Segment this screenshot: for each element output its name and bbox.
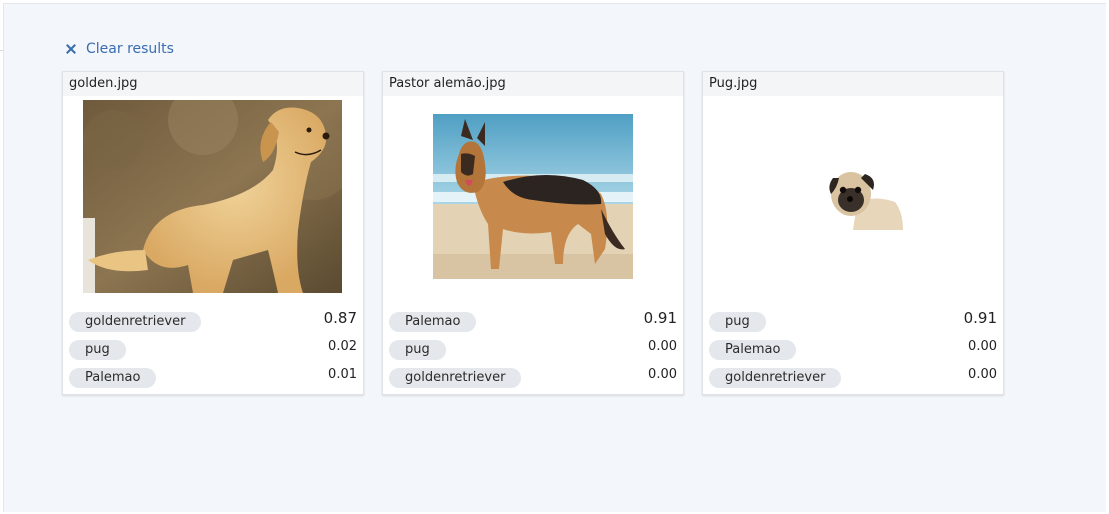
class-score: 0.91	[643, 309, 677, 327]
result-row: Palemao 0.91	[383, 308, 683, 336]
class-score: 0.87	[323, 309, 357, 327]
class-tag: pug	[69, 340, 126, 360]
divider	[0, 50, 3, 51]
class-tag: Palemao	[389, 312, 477, 332]
classification-results: goldenretriever 0.87 pug 0.02 Palemao 0.…	[63, 308, 363, 392]
close-icon	[66, 44, 76, 54]
class-tag: goldenretriever	[389, 368, 522, 388]
class-score: 0.00	[648, 339, 677, 354]
result-row: Palemao 0.01	[63, 364, 363, 392]
class-tag: Palemao	[709, 340, 797, 360]
class-score: 0.00	[648, 367, 677, 382]
class-tag: goldenretriever	[69, 312, 202, 332]
result-row: goldenretriever 0.00	[383, 364, 683, 392]
result-row: goldenretriever 0.87	[63, 308, 363, 336]
classification-results: pug 0.91 Palemao 0.00 goldenretriever 0.…	[703, 308, 1003, 392]
class-tag: pug	[709, 312, 766, 332]
class-score: 0.00	[968, 339, 997, 354]
result-row: pug 0.00	[383, 336, 683, 364]
class-tag: goldenretriever	[709, 368, 842, 388]
class-score: 0.02	[328, 339, 357, 354]
class-tag: pug	[389, 340, 446, 360]
result-row: pug 0.91	[703, 308, 1003, 336]
class-tag: Palemao	[69, 368, 157, 388]
class-score: 0.00	[968, 367, 997, 382]
clear-results-label: Clear results	[86, 41, 174, 57]
result-row: Palemao 0.00	[703, 336, 1003, 364]
german-shepherd-photo	[433, 114, 633, 279]
result-card-golden: golden.jpg goldenretriever 0.87 pug 0.02…	[62, 71, 364, 395]
result-row: goldenretriever 0.00	[703, 364, 1003, 392]
card-filename: Pastor alemão.jpg	[383, 72, 683, 96]
card-image-area	[63, 96, 363, 302]
classification-results: Palemao 0.91 pug 0.00 goldenretriever 0.…	[383, 308, 683, 392]
result-card-pastor-alemao: Pastor alemão.jpg Palemao 0.91 pug 0.00 …	[382, 71, 684, 395]
card-image-area	[383, 96, 683, 302]
clear-results-button[interactable]: Clear results	[66, 39, 174, 59]
card-filename: Pug.jpg	[703, 72, 1003, 96]
result-card-pug: Pug.jpg pug 0.91 Palemao 0.00 goldenretr…	[702, 71, 1004, 395]
class-score: 0.01	[328, 367, 357, 382]
card-image-area	[703, 96, 1003, 302]
card-filename: golden.jpg	[63, 72, 363, 96]
golden-retriever-photo	[83, 100, 342, 293]
result-row: pug 0.02	[63, 336, 363, 364]
class-score: 0.91	[963, 309, 997, 327]
pug-photo	[827, 164, 903, 230]
